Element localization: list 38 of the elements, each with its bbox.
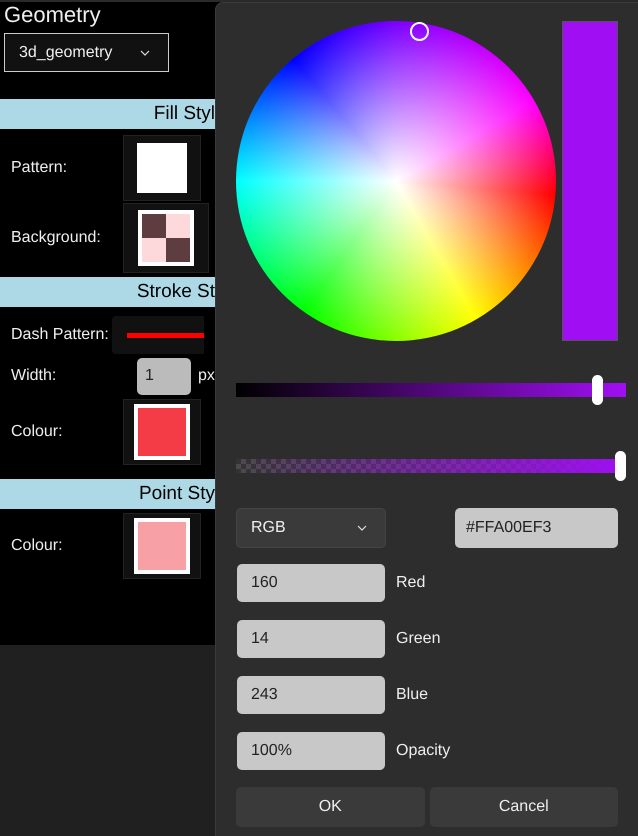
channel-label: Blue (396, 685, 428, 705)
field-label: Pattern: (10, 158, 68, 178)
channel-input[interactable]: 100% (237, 732, 385, 770)
dialog-button[interactable]: Cancel (430, 787, 618, 827)
channel-label: Opacity (396, 741, 450, 761)
section-header: Fill Styl (0, 99, 215, 129)
channel-input[interactable]: 14 (237, 620, 385, 658)
color-picker-handle[interactable] (410, 22, 429, 41)
section-header: Stroke St (0, 277, 215, 307)
opacity-slider[interactable] (236, 451, 626, 481)
panel-title: Geometry (3, 2, 102, 28)
checker-pattern-icon (138, 210, 194, 266)
channel-input[interactable]: 243 (237, 676, 385, 714)
field-label: Width: (10, 366, 58, 386)
value-slider[interactable] (236, 375, 626, 405)
channel-label: Green (396, 629, 440, 649)
channel-label: Red (396, 573, 426, 593)
unit-label: px (198, 366, 215, 386)
field-label: Dash Pattern: (10, 325, 110, 345)
dialog-button[interactable]: OK (236, 787, 424, 827)
chevron-down-icon (140, 50, 150, 56)
color-mode-dropdown[interactable]: RGB (236, 508, 386, 548)
color-swatch-button[interactable] (123, 399, 201, 465)
color-swatch-button[interactable] (123, 135, 201, 201)
dash-pattern-dropdown[interactable] (112, 316, 204, 354)
slider-thumb[interactable] (592, 375, 604, 405)
channel-input[interactable]: 160 (237, 564, 385, 602)
chevron-down-icon (357, 525, 367, 531)
hex-input[interactable]: #FFA00EF3 (455, 508, 618, 548)
field-label: Colour: (10, 422, 64, 442)
section-header: Point Sty (0, 479, 215, 509)
width-input[interactable]: 1 (137, 358, 191, 394)
geometry-dropdown[interactable]: 3d_geometry (4, 33, 169, 72)
color-swatch-button[interactable] (123, 513, 201, 579)
field-label: Background: (10, 228, 102, 248)
slider-thumb[interactable] (615, 451, 626, 481)
field-label: Colour: (10, 536, 64, 556)
pattern-swatch-button[interactable] (123, 203, 209, 273)
